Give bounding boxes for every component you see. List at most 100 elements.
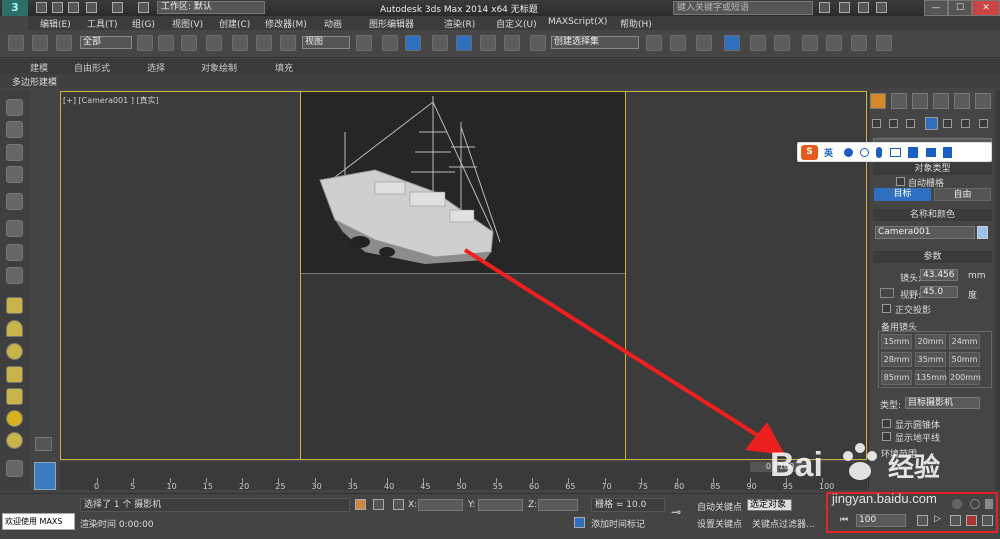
panel-icon[interactable] <box>6 144 23 161</box>
app-logo-icon[interactable]: 3 <box>2 0 28 16</box>
select-object-icon[interactable] <box>137 35 153 51</box>
cone-icon[interactable] <box>6 388 23 405</box>
show-cone-checkbox[interactable] <box>882 419 891 428</box>
rect-region-icon[interactable] <box>181 35 197 51</box>
light-icon[interactable] <box>6 193 23 210</box>
image-icon[interactable] <box>6 121 23 138</box>
ime-toolbar[interactable]: S 英 <box>797 142 992 162</box>
lens-input[interactable]: 43.456 <box>920 269 958 281</box>
auto-key-button[interactable]: 自动关键点 <box>697 500 742 513</box>
cameras-icon[interactable] <box>925 117 938 130</box>
help-icon[interactable] <box>876 2 887 13</box>
hierarchy-tab-icon[interactable] <box>912 93 928 109</box>
ime-mode-label[interactable]: 英 <box>824 146 833 159</box>
half-sphere-icon[interactable] <box>6 320 23 337</box>
emoji-icon[interactable] <box>860 148 869 157</box>
select-manipulate-icon[interactable] <box>382 35 398 51</box>
lens-24mm-button[interactable]: 24mm <box>949 334 980 349</box>
box-icon[interactable] <box>6 297 23 314</box>
sun-icon[interactable] <box>6 410 23 427</box>
time-slider-handle[interactable] <box>34 462 56 490</box>
undo-icon[interactable] <box>86 2 97 13</box>
menu-modifiers[interactable]: 修改器(M) <box>265 17 307 30</box>
skin-icon[interactable] <box>908 147 918 158</box>
timeline-track[interactable]: 0 / 100 0 5 10 15 20 25 30 35 40 45 50 55 60 65 70 75 80… <box>60 462 867 491</box>
helpers-icon[interactable] <box>943 119 952 128</box>
tools-icon[interactable] <box>839 2 850 13</box>
redo-icon[interactable] <box>112 2 123 13</box>
graphite-tools-icon[interactable] <box>724 35 740 51</box>
x-coord-input[interactable] <box>418 499 463 511</box>
fov-direction-icon[interactable] <box>880 288 894 298</box>
close-button[interactable]: ✕ <box>972 0 1000 16</box>
snap-toggle-icon[interactable] <box>432 35 448 51</box>
minimize-button[interactable]: — <box>924 0 948 16</box>
layer-manager-icon[interactable] <box>696 35 712 51</box>
viewport-label[interactable]: [+] [Camera001 ] [真实] <box>63 95 159 106</box>
y-coord-input[interactable] <box>478 499 523 511</box>
sphere-light-icon[interactable] <box>6 244 23 261</box>
menu-graph-editors[interactable]: 图形编辑器 <box>369 17 414 30</box>
named-selection-dropdown[interactable]: 创建选择集 <box>551 36 639 49</box>
name-color-header[interactable]: 名称和颜色 <box>873 209 992 221</box>
maxscript-listener[interactable]: 欢迎使用 MAXS <box>2 513 75 530</box>
grid-icon[interactable] <box>6 166 23 183</box>
lights-icon[interactable] <box>906 119 915 128</box>
object-color-swatch[interactable] <box>977 226 988 239</box>
align-icon[interactable] <box>670 35 686 51</box>
lens-15mm-button[interactable]: 15mm <box>881 334 912 349</box>
autogrid-checkbox[interactable] <box>896 177 905 186</box>
menu-edit[interactable]: 编辑(E) <box>40 17 71 30</box>
render-production-icon[interactable] <box>876 35 892 51</box>
new-file-icon[interactable] <box>36 2 47 13</box>
lens-20mm-button[interactable]: 20mm <box>915 334 946 349</box>
modify-tab-icon[interactable] <box>891 93 907 109</box>
rendered-frame-icon[interactable] <box>851 35 867 51</box>
lens-35mm-button[interactable]: 35mm <box>915 352 946 367</box>
shapes-icon[interactable] <box>889 119 898 128</box>
bind-spacewarp-icon[interactable] <box>56 35 72 51</box>
spinner-snap-icon[interactable] <box>504 35 520 51</box>
angle-snap-icon[interactable] <box>456 35 472 51</box>
lens-135mm-button[interactable]: 135mm <box>915 370 947 385</box>
parameters-header[interactable]: 参数 <box>873 251 992 263</box>
edit-named-sets-icon[interactable] <box>530 35 546 51</box>
ribbon-tab-populate[interactable]: 填充 <box>275 61 293 74</box>
teapot-icon[interactable] <box>6 99 23 116</box>
key-icon[interactable]: ⊸ <box>671 506 691 518</box>
set-key-button[interactable]: 设置关键点 <box>697 517 742 530</box>
search-input[interactable]: 键入关键字或短语 <box>673 1 813 15</box>
material-editor-icon[interactable] <box>802 35 818 51</box>
lens-85mm-button[interactable]: 85mm <box>881 370 912 385</box>
select-by-name-icon[interactable] <box>158 35 174 51</box>
menu-help[interactable]: 帮助(H) <box>620 17 652 30</box>
torus-icon[interactable] <box>6 432 23 449</box>
mirror-icon[interactable] <box>646 35 662 51</box>
toolbox-icon[interactable] <box>926 148 936 157</box>
workspace-dropdown[interactable]: 工作区: 默认 <box>157 1 265 14</box>
motion-tab-icon[interactable] <box>933 93 949 109</box>
unlink-icon[interactable] <box>32 35 48 51</box>
lens-28mm-button[interactable]: 28mm <box>881 352 912 367</box>
lens-50mm-button[interactable]: 50mm <box>949 352 980 367</box>
star-icon[interactable] <box>858 2 869 13</box>
isolate-icon[interactable] <box>355 499 366 510</box>
scale-icon[interactable] <box>280 35 296 51</box>
menu-animation[interactable]: 动画 <box>324 17 342 30</box>
ribbon-tab-freeform[interactable]: 自由形式 <box>74 61 110 74</box>
schematic-view-icon[interactable] <box>774 35 790 51</box>
menu-views[interactable]: 视图(V) <box>172 17 203 30</box>
microphone-icon[interactable] <box>876 147 882 158</box>
maximize-button[interactable]: ☐ <box>948 0 972 16</box>
free-camera-button[interactable]: 自由 <box>934 188 991 201</box>
search-icon[interactable] <box>819 2 830 13</box>
absolute-mode-icon[interactable] <box>393 499 404 510</box>
geosphere-icon[interactable] <box>6 366 23 383</box>
selection-filter-dropdown[interactable]: 全部 <box>80 36 132 49</box>
particle-icon[interactable] <box>6 220 23 237</box>
ribbon-sub-label[interactable]: 多边形建模 <box>12 75 57 88</box>
menu-group[interactable]: 组(G) <box>132 17 155 30</box>
link-icon[interactable] <box>8 35 24 51</box>
create-tab-icon[interactable] <box>870 93 886 109</box>
menu-rendering[interactable]: 渲染(R) <box>444 17 475 30</box>
